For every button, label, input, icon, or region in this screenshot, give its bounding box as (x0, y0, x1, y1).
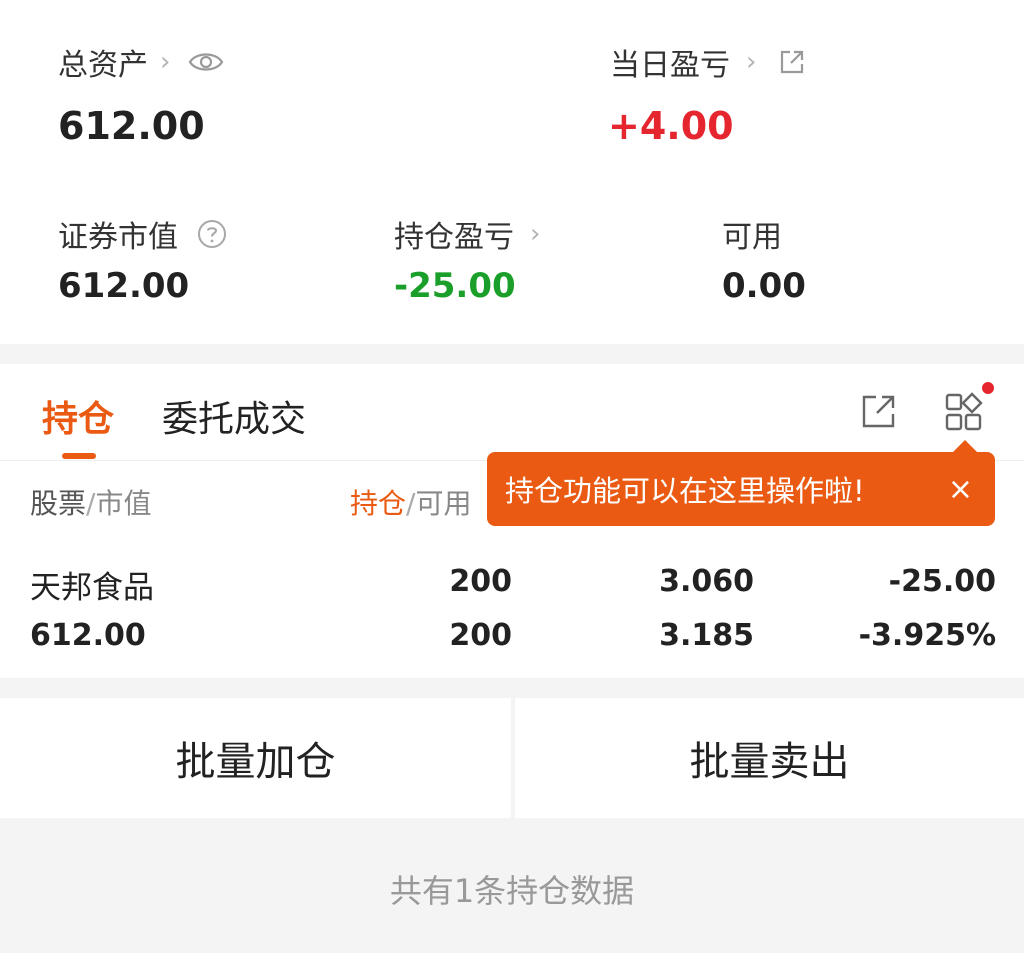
header-market-value-label: 市值 (95, 487, 152, 520)
price-bottom: 3.185 (659, 618, 754, 653)
feature-tooltip: 持仓功能可以在这里操作啦! × (487, 440, 995, 526)
stock-name: 天邦食品 (30, 570, 154, 606)
position-pnl-label: 持仓盈亏 (394, 220, 514, 255)
tooltip-text: 持仓功能可以在这里操作啦! (505, 474, 865, 508)
share-out-icon[interactable] (860, 392, 898, 434)
notification-dot (982, 382, 994, 394)
batch-add-button[interactable]: 批量加仓 (0, 698, 511, 818)
grid-apps-icon[interactable] (944, 392, 984, 436)
tab-holdings[interactable]: 持仓 (42, 390, 114, 442)
header-stock-label: 股票 (30, 487, 87, 520)
holdings-count-text: 共有1条持仓数据 (389, 872, 635, 910)
available-qty: 200 (449, 618, 512, 653)
row-pnl-percent: -3.925% (858, 618, 996, 653)
available-label: 可用 (722, 220, 782, 255)
help-circle-icon[interactable] (196, 218, 228, 250)
header-available-label: 可用 (415, 487, 472, 520)
daily-pnl-header[interactable]: 当日盈亏 › (610, 40, 806, 84)
price-top: 3.060 (659, 564, 754, 599)
eye-icon[interactable] (188, 50, 224, 74)
position-pnl-value: -25.00 (394, 266, 516, 306)
row-pnl: -25.00 (888, 564, 996, 599)
stock-market-value: 612.00 (30, 618, 146, 653)
close-icon[interactable]: × (948, 472, 973, 507)
total-assets-header[interactable]: 总资产 › (58, 40, 224, 84)
total-assets-value: 612.00 (58, 104, 205, 148)
total-assets-label: 总资产 (58, 48, 148, 83)
position-qty: 200 (449, 564, 512, 599)
chevron-right-icon: › (530, 219, 541, 249)
chevron-right-icon: › (160, 47, 171, 77)
share-out-icon[interactable] (778, 48, 806, 76)
asset-summary-card: 总资产 › 612.00 当日盈亏 › +4.00 证券市值 612.00 持仓… (0, 0, 1024, 344)
header-position-label: 持仓 (350, 487, 407, 520)
available-value: 0.00 (722, 266, 806, 306)
active-tab-indicator (62, 453, 96, 459)
market-value-value: 612.00 (58, 266, 190, 306)
column-header-position[interactable]: 持仓/可用 (350, 482, 471, 522)
column-header-stock[interactable]: 股票/市值 (30, 482, 151, 522)
tab-orders-trades[interactable]: 委托成交 (162, 390, 306, 442)
daily-pnl-label: 当日盈亏 (610, 48, 730, 83)
batch-action-bar: 批量加仓 批量卖出 (0, 698, 1024, 818)
table-row[interactable]: 天邦食品 612.00 200 200 3.060 3.185 -25.00 -… (0, 556, 1024, 666)
chevron-right-icon: › (746, 47, 757, 77)
position-pnl-header[interactable]: 持仓盈亏 › (394, 212, 540, 256)
daily-pnl-value: +4.00 (608, 104, 734, 148)
market-value-header[interactable]: 证券市值 (58, 212, 228, 256)
batch-sell-button[interactable]: 批量卖出 (515, 698, 1024, 818)
market-value-label: 证券市值 (58, 220, 178, 255)
